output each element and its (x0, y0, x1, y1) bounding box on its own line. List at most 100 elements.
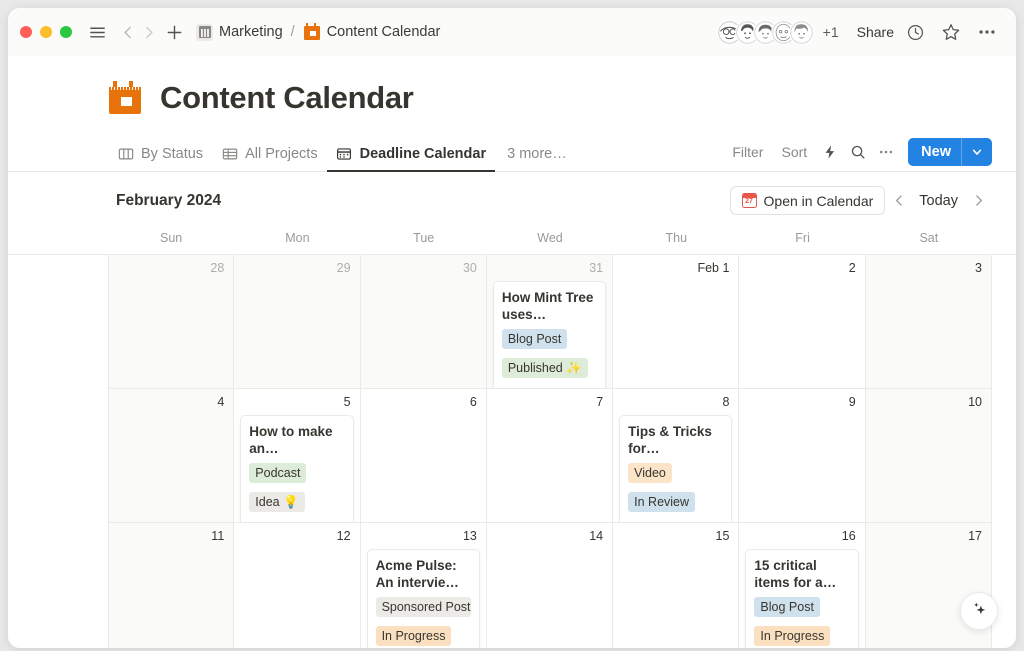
day-number: 30 (462, 261, 477, 275)
event-tag-row: Sponsored Post (375, 597, 471, 626)
event-tag-row: Video (628, 463, 723, 492)
day-number: 6 (469, 395, 477, 409)
day-number: 28 (210, 261, 225, 275)
event-tag: Idea 💡 (249, 492, 305, 512)
history-clock-icon[interactable] (900, 19, 930, 45)
table-icon (221, 145, 238, 162)
calendar-day-cell[interactable]: 14 (487, 523, 614, 648)
calendar-day-cell[interactable]: 9 (739, 389, 866, 522)
calendar-event-card[interactable]: How Mint Tree uses… Blog Post Published ✨ (492, 281, 607, 388)
new-button[interactable]: New (908, 138, 992, 166)
new-button-label: New (921, 144, 951, 160)
board-icon (117, 145, 134, 162)
sparkle-ai-icon (970, 599, 989, 623)
calendar-event-card[interactable]: How to make an… Podcast Idea 💡 (240, 415, 354, 522)
calendar-event-card[interactable]: Tips & Tricks for… Video In Review (619, 415, 733, 522)
event-title: 15 critical items for a… (754, 558, 837, 590)
collaborator-avatars[interactable] (716, 19, 814, 45)
search-icon[interactable] (844, 139, 872, 165)
event-tag: Sponsored Post (375, 597, 471, 617)
calendar-day-cell[interactable]: 10 (865, 389, 992, 522)
event-tag: In Progress (375, 626, 452, 646)
day-number: 29 (336, 261, 351, 275)
page-title: Content Calendar (160, 80, 414, 115)
title-bar-actions: +1 Share (716, 19, 1002, 45)
calendar-day-cell[interactable]: 12 (234, 523, 361, 648)
day-number: 17 (968, 529, 982, 543)
weekday-header: Sun Mon Tue Wed Thu Fri Sat (8, 227, 1016, 255)
new-page-icon[interactable] (162, 21, 186, 43)
event-title: Acme Pulse: An intervie… (375, 558, 459, 590)
chevron-down-icon[interactable] (962, 146, 992, 158)
calendar-day-cell[interactable]: 3 (865, 255, 992, 388)
navigate-back-icon[interactable] (118, 21, 138, 43)
previous-month-button[interactable] (885, 187, 913, 215)
calendar-day-cell[interactable]: 5 How to make an… Podcast Idea 💡 (234, 389, 361, 522)
avatar[interactable] (788, 19, 814, 45)
lightning-icon[interactable] (816, 139, 844, 165)
calendar-day-cell[interactable]: 7 (487, 389, 614, 522)
minimize-window-button[interactable] (40, 26, 52, 38)
red-calendar-icon: 27 (741, 193, 757, 208)
ai-assistant-button[interactable] (960, 592, 998, 630)
app-window: Marketing / Content Calendar +1 Share Co… (8, 8, 1016, 648)
calendar-day-cell[interactable]: 11 (108, 523, 235, 648)
filter-button[interactable]: Filter (723, 140, 772, 164)
breadcrumb-separator: / (290, 24, 295, 40)
calendar-day-cell[interactable]: 2 (739, 255, 866, 388)
calendar-day-cell[interactable]: 28 (108, 255, 235, 388)
collaborators-overflow-count[interactable]: +1 (823, 24, 839, 40)
page-calendar-icon (303, 23, 321, 41)
event-tag: Blog Post (754, 597, 820, 617)
sidebar-toggle-icon[interactable] (86, 21, 108, 43)
day-number: 14 (589, 529, 604, 543)
tab-all-projects[interactable]: All Projects (212, 145, 327, 171)
calendar-day-cell[interactable]: 13 Acme Pulse: An intervie… Sponsored Post… (361, 523, 487, 648)
event-tag: Video (628, 463, 672, 483)
day-number: 15 (715, 529, 730, 543)
weekday-label: Fri (795, 231, 810, 245)
maximize-window-button[interactable] (60, 26, 72, 38)
day-number: 3 (975, 261, 982, 275)
calendar-grid: 28 29 30 31 How Mint Tree uses… Blog Post Publ… (8, 255, 1016, 648)
calendar-day-cell[interactable]: 15 (613, 523, 740, 648)
sort-button[interactable]: Sort (772, 140, 816, 164)
page-body: Content Calendar By Status All Projects … (8, 56, 1016, 648)
event-tag: Published ✨ (501, 358, 588, 378)
day-number: 2 (848, 261, 856, 275)
window-traffic-lights (20, 26, 72, 38)
calendar-day-cell[interactable]: Feb 1 (613, 255, 740, 388)
calendar-day-cell[interactable]: 30 (360, 255, 487, 388)
tab-by-status[interactable]: By Status (108, 145, 212, 171)
view-more-icon[interactable] (872, 139, 900, 165)
breadcrumb-workspace[interactable]: Marketing (219, 24, 283, 40)
open-in-calendar-button[interactable]: 27 Open in Calendar (729, 186, 886, 215)
calendar-day-cell[interactable]: 16 15 critical items for a… Blog Post In Pr… (739, 523, 866, 648)
favorite-star-icon[interactable] (936, 19, 966, 45)
navigate-forward-icon[interactable] (138, 21, 158, 43)
breadcrumb-page[interactable]: Content Calendar (327, 24, 441, 40)
next-month-button[interactable] (964, 187, 992, 215)
day-number: 4 (217, 395, 225, 409)
day-number: 31 (589, 261, 604, 275)
calendar-day-cell[interactable]: 6 (361, 389, 487, 522)
red-calendar-day: 27 (745, 198, 753, 205)
view-toolbar: Filter Sort New (723, 138, 992, 171)
close-window-button[interactable] (20, 26, 32, 38)
calendar-event-card[interactable]: 15 critical items for a… Blog Post In Prog… (745, 549, 859, 648)
day-number: 8 (722, 395, 730, 409)
event-title: Tips & Tricks for… (628, 424, 712, 456)
tab-deadline-calendar[interactable]: Deadline Calendar (326, 145, 496, 172)
calendar-day-cell[interactable]: 31 How Mint Tree uses… Blog Post Published … (486, 255, 614, 388)
calendar-day-cell[interactable]: 29 (234, 255, 361, 388)
calendar-day-cell[interactable]: 4 (108, 389, 235, 522)
more-options-icon[interactable] (972, 19, 1002, 45)
share-button[interactable]: Share (857, 24, 894, 40)
today-button[interactable]: Today (913, 193, 964, 209)
breadcrumb: Marketing / Content Calendar (196, 23, 440, 41)
calendar-day-cell[interactable]: 8 Tips & Tricks for… Video In Review (613, 389, 740, 522)
tab-more[interactable]: 3 more… (495, 146, 576, 171)
calendar-icon (336, 145, 353, 162)
calendar-event-card[interactable]: Acme Pulse: An intervie… Sponsored Post In… (366, 549, 480, 648)
weekday-label: Sat (919, 231, 939, 245)
